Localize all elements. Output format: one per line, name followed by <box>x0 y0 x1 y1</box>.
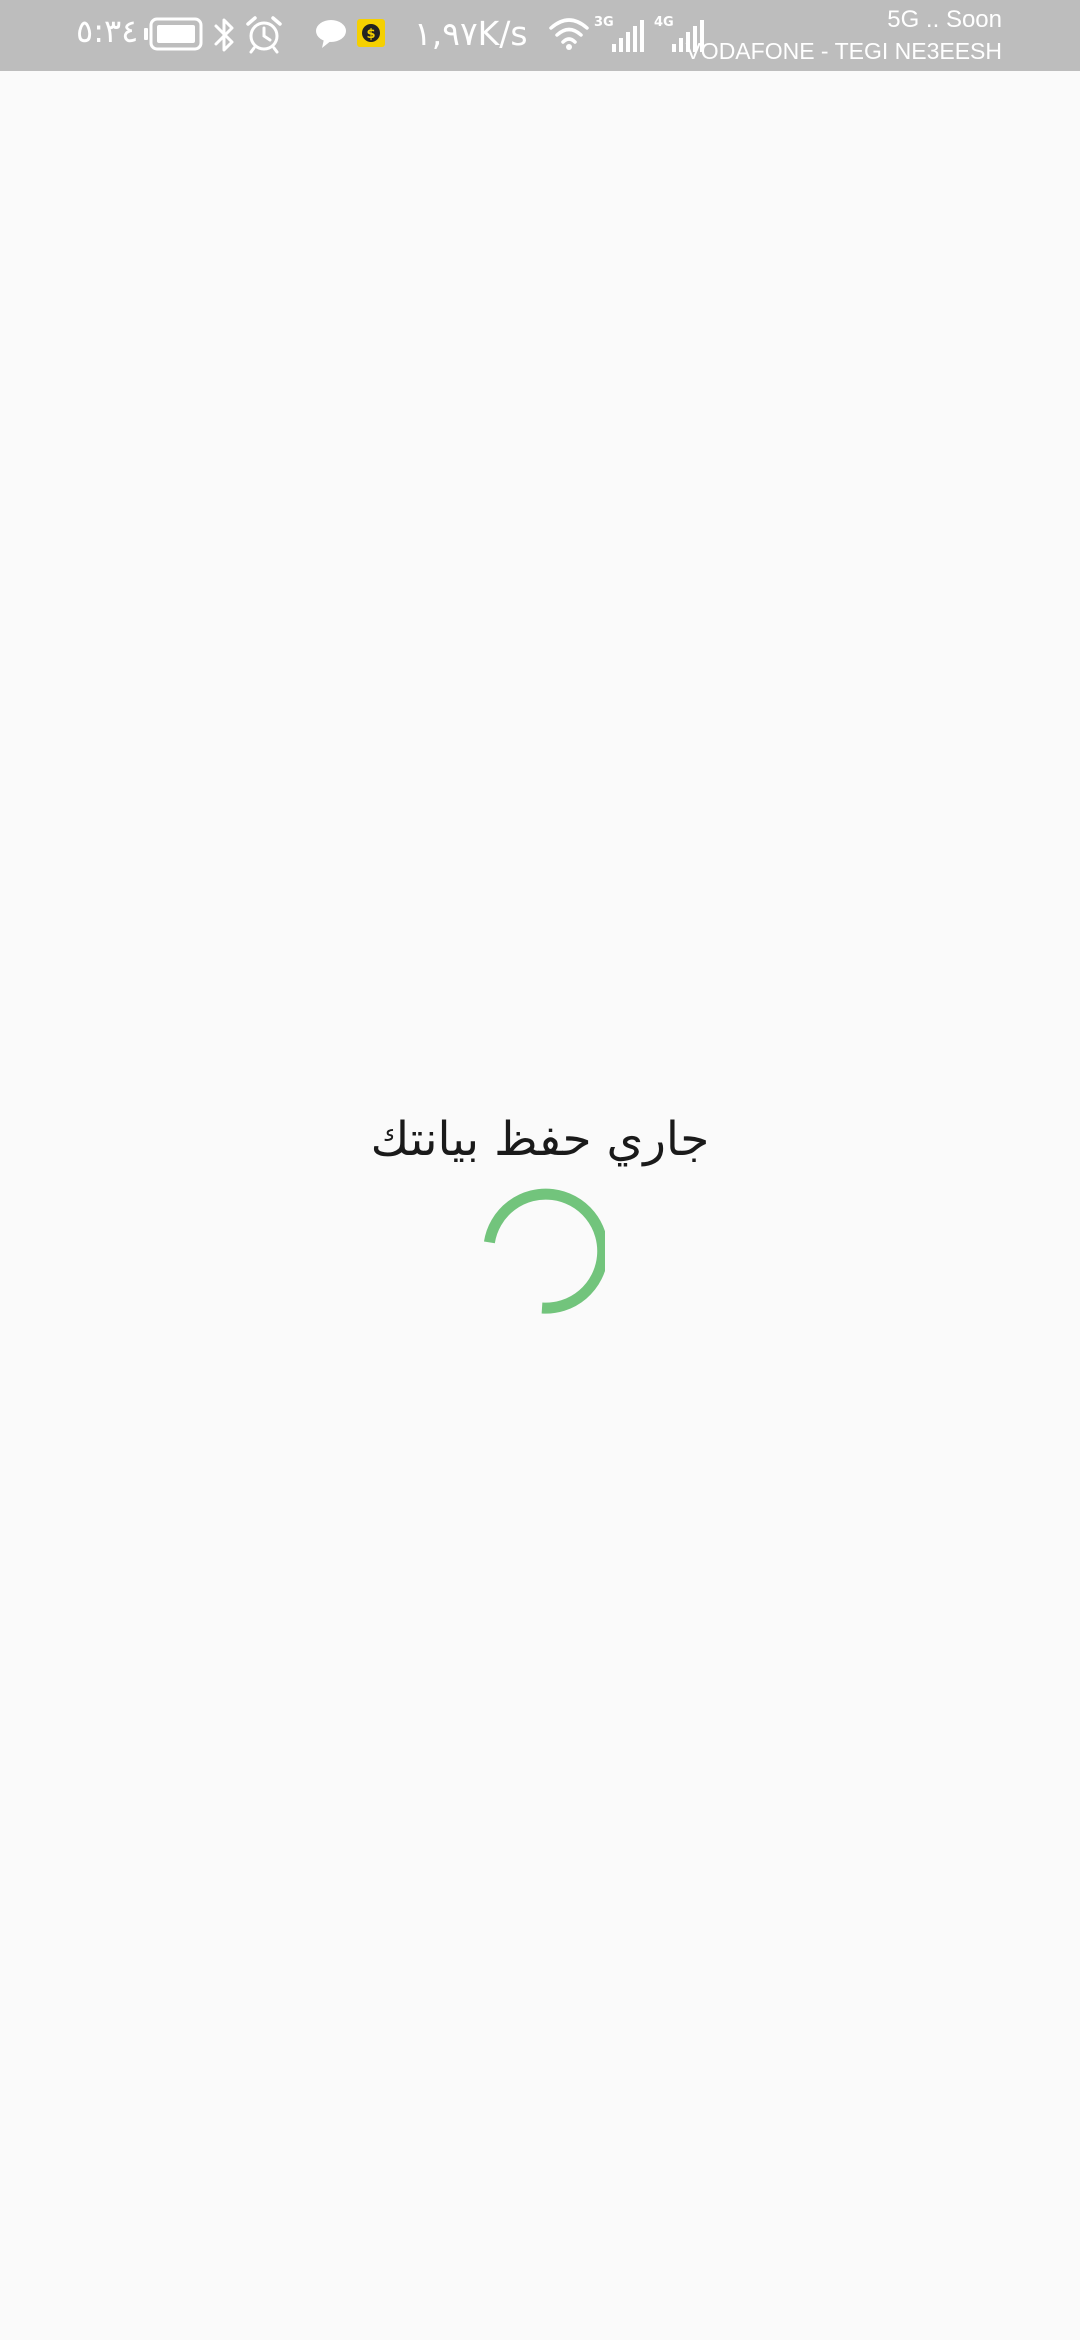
money-app-icon: $ <box>357 19 385 51</box>
chat-icon <box>314 18 348 54</box>
wifi-icon <box>548 16 590 56</box>
alarm-icon <box>244 14 284 58</box>
carrier-slogan: 5G .. Soon <box>887 6 1002 33</box>
bluetooth-icon <box>212 16 236 58</box>
svg-text:$: $ <box>366 27 375 42</box>
loading-spinner <box>479 1188 609 1314</box>
main-content: جاري حفظ بيانتك <box>0 71 1080 2340</box>
status-time: ٥:٣٤ <box>76 12 139 50</box>
loading-message: جاري حفظ بيانتك <box>370 1112 710 1167</box>
signal-3g-icon: 3G <box>594 15 648 58</box>
status-bar: ٥:٣٤ $ ١,٩٧K/s 3G 4G 5G .. Soon VODAFONE… <box>0 0 1080 71</box>
network-4g-label: 4G <box>654 15 674 30</box>
carrier-name: VODAFONE - TEGI NE3EESH <box>685 38 1002 64</box>
battery-icon <box>144 17 204 55</box>
network-3g-label: 3G <box>594 15 614 30</box>
network-speed: ١,٩٧K/s <box>414 14 528 53</box>
